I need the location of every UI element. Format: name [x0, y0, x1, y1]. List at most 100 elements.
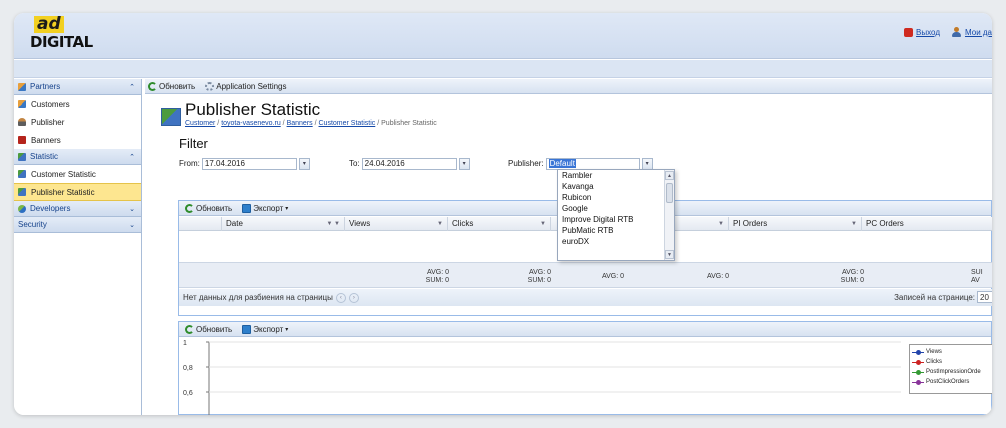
sidebar-item-publisher[interactable]: Publisher	[14, 113, 141, 131]
sidebar-item-customers[interactable]: Customers	[14, 95, 141, 113]
column-label: PI Orders	[733, 219, 768, 228]
per-page-input[interactable]: 20	[977, 291, 992, 303]
sidebar-section-security[interactable]: Security ⌄	[14, 217, 141, 233]
grid-column-spacer	[179, 217, 222, 231]
chevron-up-icon: ⌃	[129, 84, 135, 91]
export-label: Экспорт	[253, 203, 284, 213]
summary-pi-orders: AVG: 0	[689, 273, 729, 281]
refresh-button[interactable]: Обновить	[148, 81, 196, 91]
chart-export-button[interactable]: Экспорт ▾	[242, 324, 288, 334]
statistic-icon	[18, 152, 26, 161]
dropdown-option[interactable]: Google	[558, 203, 674, 214]
filter-icon[interactable]: ▼	[437, 217, 443, 231]
from-filter: From: 17.04.2016 ▾	[179, 157, 310, 170]
grid-refresh-button[interactable]: Обновить	[185, 203, 232, 213]
grid-column-views[interactable]: Views ▼	[345, 217, 448, 231]
summary-avg: AVG: 0	[426, 269, 449, 276]
sidebar-item-customer-statistic[interactable]: Customer Statistic	[14, 165, 141, 183]
dropdown-option[interactable]: Rambler	[558, 170, 674, 181]
user-icon	[951, 27, 962, 37]
export-label: Экспорт	[253, 324, 284, 334]
dropdown-option[interactable]: Improve Digital RTB	[558, 214, 674, 225]
prev-page-button[interactable]: ‹	[335, 292, 346, 303]
chevron-up-icon: ▲	[667, 172, 672, 179]
sidebar-item-banners[interactable]: Banners	[14, 131, 141, 149]
gear-icon	[205, 81, 215, 91]
chart-legend: Views Clicks PostImpressionOrde PostClickOr…	[909, 344, 992, 394]
refresh-icon	[185, 324, 194, 334]
logo-digital: DIGITAL	[30, 33, 93, 51]
legend-marker	[912, 369, 924, 375]
from-date-input[interactable]: 17.04.2016	[201, 157, 297, 170]
breadcrumb-site[interactable]: toyota-vasenevo.ru	[221, 120, 281, 127]
logout-link[interactable]: Выход	[904, 27, 940, 37]
summary-avg: SUI	[971, 269, 983, 276]
to-date-trigger[interactable]: ▾	[458, 157, 470, 170]
dropdown-option[interactable]: PubMatic RTB	[558, 225, 674, 236]
filter-icon[interactable]: ▼	[540, 217, 546, 231]
legend-marker	[912, 379, 924, 385]
grid-column-pc-orders[interactable]: PC Orders	[862, 217, 992, 231]
sidebar: Partners ⌃ Customers Publisher Banners S…	[14, 79, 142, 415]
summary-sum: SUM: 0	[527, 277, 551, 284]
breadcrumb: Customer / toyota-vasenevo.ru / Banners …	[185, 120, 437, 127]
grid-column-pi-orders[interactable]: PI Orders ▼	[729, 217, 862, 231]
legend-item[interactable]: PostImpressionOrde	[912, 367, 992, 377]
summary-avg: AVG: 0	[706, 273, 729, 280]
to-date-input[interactable]: 24.04.2016	[361, 157, 457, 170]
banners-icon	[18, 136, 26, 144]
dropdown-scrollbar[interactable]: ▲ ▼	[664, 170, 674, 260]
header-subbar	[14, 60, 992, 78]
scroll-up-arrow[interactable]: ▲	[665, 171, 674, 180]
publisher-trigger[interactable]: ▾	[641, 157, 653, 170]
chart-refresh-button[interactable]: Обновить	[185, 324, 232, 334]
section-label: Developers	[30, 204, 71, 213]
sidebar-section-statistic[interactable]: Statistic ⌃	[14, 149, 141, 165]
legend-item[interactable]: Views	[912, 347, 992, 357]
legend-marker	[912, 349, 924, 355]
breadcrumb-customer[interactable]: Customer	[185, 120, 215, 127]
sidebar-section-partners[interactable]: Partners ⌃	[14, 79, 141, 95]
filter-icon[interactable]: ▼	[718, 217, 724, 231]
refresh-icon	[185, 203, 194, 213]
summary-sum: AV	[971, 277, 980, 284]
legend-item[interactable]: PostClickOrders	[912, 377, 992, 387]
chart-panel: Обновить Экспорт ▾ 10,80,60,4 ViewsClick…	[178, 321, 992, 415]
developers-icon	[18, 204, 26, 213]
scroll-thumb[interactable]	[666, 183, 673, 203]
chevron-down-icon: ▾	[302, 161, 306, 167]
sidebar-item-publisher-statistic[interactable]: Publisher Statistic	[14, 183, 141, 201]
app-window: ad DIGITAL Выход Мои да Partners ⌃ Custo…	[14, 13, 992, 415]
publisher-icon	[18, 118, 26, 126]
account-link[interactable]: Мои да	[951, 27, 992, 37]
grid-column-clicks[interactable]: Clicks ▼	[448, 217, 551, 231]
next-page-button[interactable]: ›	[348, 292, 359, 303]
from-date-trigger[interactable]: ▾	[298, 157, 310, 170]
summary-pc-orders: AVG: 0 SUM: 0	[824, 269, 864, 285]
refresh-label: Обновить	[159, 81, 196, 91]
grid-export-button[interactable]: Экспорт ▾	[242, 203, 288, 213]
settings-label: Application Settings	[216, 81, 287, 91]
column-label: PC Orders	[866, 219, 904, 228]
summary-avg: AVG: 0	[528, 269, 551, 276]
sidebar-section-developers[interactable]: Developers ⌄	[14, 201, 141, 217]
legend-item[interactable]: Clicks	[912, 357, 992, 367]
breadcrumb-banners[interactable]: Banners	[287, 120, 313, 127]
filter-icon[interactable]: ▼	[851, 217, 857, 231]
section-label: Statistic	[30, 152, 59, 161]
publisher-select[interactable]: Default	[545, 157, 640, 170]
dropdown-option[interactable]: Kavanga	[558, 181, 674, 192]
dropdown-option[interactable]: Rubicon	[558, 192, 674, 203]
statistics-chart: 10,80,60,4	[183, 340, 901, 415]
page-title: Publisher Statistic	[185, 100, 321, 119]
y-tick-label: 0,8	[183, 365, 193, 372]
breadcrumb-customer-statistic[interactable]: Customer Statistic	[319, 120, 376, 127]
sort-filter-icon[interactable]: ▼ ▼	[326, 217, 340, 231]
partners-icon	[18, 82, 26, 91]
logo[interactable]: ad DIGITAL	[30, 16, 93, 52]
dropdown-option[interactable]: euroDX	[558, 236, 674, 247]
scroll-down-arrow[interactable]: ▼	[665, 250, 674, 259]
sidebar-item-label: Customer Statistic	[31, 169, 96, 179]
grid-column-date[interactable]: Date ▼ ▼	[222, 217, 345, 231]
application-settings-button[interactable]: Application Settings	[205, 81, 287, 91]
